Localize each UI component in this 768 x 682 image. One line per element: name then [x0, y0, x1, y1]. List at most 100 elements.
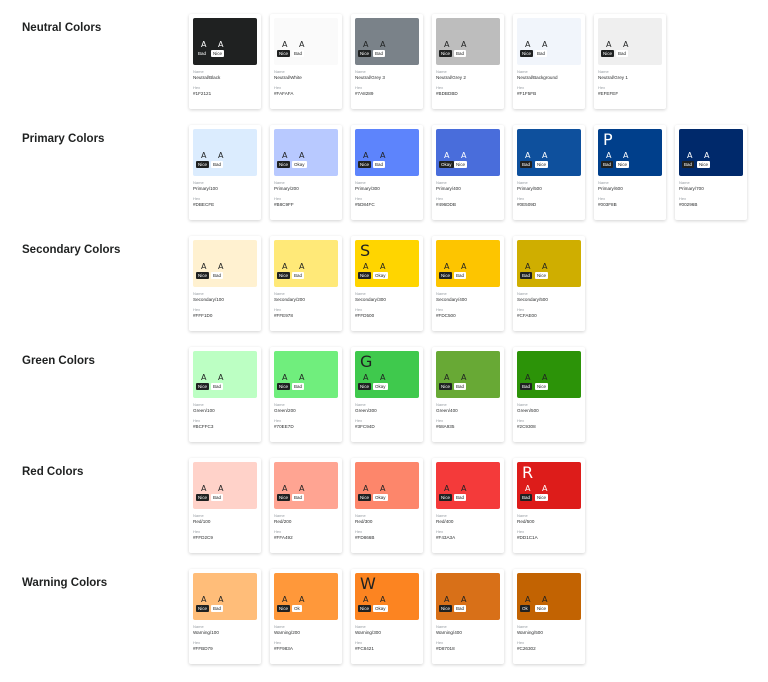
- sample-letter: A: [218, 373, 224, 382]
- sample-letter: A: [380, 484, 386, 493]
- hex-label: Hex: [436, 307, 444, 312]
- color-card-primary-300[interactable]: A A Nice Bad Name Primary/300 Hex #5D84FC: [351, 125, 423, 220]
- sample-letter: A: [525, 262, 531, 271]
- color-card-secondary-500[interactable]: A A Bad Nice Name Secondary/500 Hex #CFAE00: [513, 236, 585, 331]
- color-card-red-300[interactable]: A A Nice Okay Name Red/300 Hex #FD866B: [351, 458, 423, 553]
- color-card-neutral-grey-3[interactable]: A A Nice Bad Name Neutral/Grey 3 Hex #7A8289: [351, 14, 423, 109]
- hex-value: #1F2121: [193, 91, 212, 96]
- name-label: Name: [355, 69, 366, 74]
- contrast-rating-on-dark: Nice: [358, 272, 372, 279]
- color-card-secondary-100[interactable]: A A Nice Bad Name Secondary/100 Hex #FFF1D0: [189, 236, 261, 331]
- color-card-red-400[interactable]: A A Nice Bad Name Red/400 Hex #F43A3A: [432, 458, 504, 553]
- sample-letter: A: [444, 373, 450, 382]
- color-name: Secondary/500: [517, 297, 548, 302]
- color-card-green-200[interactable]: A A Nice Bad Name Green/200 Hex #70EE7D: [270, 347, 342, 442]
- sample-letter: A: [363, 373, 369, 382]
- color-card-primary-700[interactable]: A A Bad Nice Name Primary/700 Hex #00296B: [675, 125, 747, 220]
- name-label: Name: [274, 624, 285, 629]
- color-name: Neutral/White: [274, 75, 302, 80]
- contrast-rating-on-light: Bad: [211, 383, 224, 390]
- hex-label: Hex: [517, 418, 525, 423]
- color-card-primary-400[interactable]: A A Okay Nice Name Primary/400 Hex #496DDB: [432, 125, 504, 220]
- name-label: Name: [517, 180, 528, 185]
- color-card-warning-300[interactable]: W A A Nice Okay Name Warning/300 Hex #FC8421: [351, 569, 423, 664]
- section-title: Warning Colors: [22, 577, 108, 589]
- color-name: Warning/200: [274, 630, 300, 635]
- contrast-rating-on-dark: Bad: [196, 50, 209, 57]
- color-card-green-500[interactable]: A A Bad Nice Name Green/500 Hex #2C9308: [513, 347, 585, 442]
- color-card-warning-200[interactable]: A A Nice Ok Name Warning/200 Hex #FF983A: [270, 569, 342, 664]
- name-label: Name: [517, 402, 528, 407]
- color-card-warning-400[interactable]: A A Nice Bad Name Warning/400 Hex #D87018: [432, 569, 504, 664]
- contrast-rating-on-dark: Nice: [196, 494, 210, 501]
- hex-label: Hex: [517, 529, 525, 534]
- hex-value: #0E509D: [517, 202, 537, 207]
- contrast-rating-on-light: Bad: [454, 383, 467, 390]
- color-swatch: A A Nice Bad: [193, 462, 257, 509]
- color-card-neutral-grey-1[interactable]: A A Nice Bad Name Neutral/Grey 1 Hex #EFEFEF: [594, 14, 666, 109]
- large-sample-letter: P: [603, 130, 613, 149]
- contrast-rating-on-light: Okay: [292, 161, 307, 168]
- sample-letter: A: [363, 262, 369, 271]
- color-swatch: R A A Bad Nice: [517, 462, 581, 509]
- contrast-rating-on-dark: Bad: [520, 494, 533, 501]
- color-card-warning-500[interactable]: A A Ok Nice Name Warning/500 Hex #C26302: [513, 569, 585, 664]
- color-card-primary-600[interactable]: P A A Bad Nice Name Primary/600 Hex #003F8B: [594, 125, 666, 220]
- hex-value: #FAFAFA: [274, 91, 294, 96]
- contrast-rating-on-light: Bad: [211, 272, 224, 279]
- color-card-green-100[interactable]: A A Nice Bad Name Green/100 Hex #BCFFC3: [189, 347, 261, 442]
- sample-letter: A: [299, 262, 305, 271]
- color-card-secondary-300[interactable]: S A A Nice Okay Name Secondary/300 Hex #FFD500: [351, 236, 423, 331]
- name-label: Name: [436, 180, 447, 185]
- sample-letter: A: [525, 595, 531, 604]
- color-card-red-100[interactable]: A A Nice Bad Name Red/100 Hex #FFD2C9: [189, 458, 261, 553]
- contrast-rating-on-dark: Nice: [358, 50, 372, 57]
- contrast-rating-on-dark: Nice: [196, 272, 210, 279]
- hex-value: #FD866B: [355, 535, 375, 540]
- section-title: Neutral Colors: [22, 22, 102, 34]
- color-card-primary-100[interactable]: A A Nice Bad Name Primary/100 Hex #DBECFE: [189, 125, 261, 220]
- color-card-secondary-200[interactable]: A A Nice Bad Name Secondary/200 Hex #FFE978: [270, 236, 342, 331]
- color-card-warning-100[interactable]: A A Nice Bad Name Warning/100 Hex #FFBD79: [189, 569, 261, 664]
- color-card-primary-500[interactable]: A A Bad Nice Name Primary/500 Hex #0E509D: [513, 125, 585, 220]
- contrast-rating-on-dark: Bad: [601, 161, 614, 168]
- hex-label: Hex: [517, 307, 525, 312]
- contrast-rating-on-dark: Bad: [520, 272, 533, 279]
- color-swatch: A A Nice Bad: [274, 351, 338, 398]
- contrast-rating-on-light: Nice: [535, 605, 549, 612]
- color-card-neutral-grey-2[interactable]: A A Nice Bad Name Neutral/Grey 2 Hex #BDBDBD: [432, 14, 504, 109]
- color-card-neutral-black[interactable]: A A Bad Nice Name Neutral/Black Hex #1F2121: [189, 14, 261, 109]
- color-swatch: A A Nice Bad: [274, 18, 338, 65]
- color-swatch: A A Nice Bad: [274, 462, 338, 509]
- sample-letter: A: [218, 262, 224, 271]
- hex-label: Hex: [598, 196, 606, 201]
- color-swatch: A A Nice Bad: [436, 240, 500, 287]
- contrast-rating-on-dark: Nice: [277, 272, 291, 279]
- name-label: Name: [598, 69, 609, 74]
- contrast-rating-on-light: Okay: [373, 494, 388, 501]
- color-card-secondary-400[interactable]: A A Nice Bad Name Secondary/400 Hex #FDC500: [432, 236, 504, 331]
- color-card-green-300[interactable]: G A A Nice Okay Name Green/300 Hex #3FC94D: [351, 347, 423, 442]
- color-card-green-400[interactable]: A A Nice Bad Name Green/400 Hex #68A935: [432, 347, 504, 442]
- contrast-rating-on-dark: Nice: [439, 50, 453, 57]
- contrast-rating-on-dark: Nice: [277, 605, 291, 612]
- sample-letter: A: [444, 484, 450, 493]
- color-card-red-200[interactable]: A A Nice Bad Name Red/200 Hex #FFA492: [270, 458, 342, 553]
- color-card-red-500[interactable]: R A A Bad Nice Name Red/500 Hex #DD1C1A: [513, 458, 585, 553]
- color-name: Secondary/400: [436, 297, 467, 302]
- color-card-primary-200[interactable]: A A Nice Okay Name Primary/200 Hex #B8C9FF: [270, 125, 342, 220]
- color-name: Primary/200: [274, 186, 299, 191]
- sample-letter: A: [201, 595, 207, 604]
- color-card-neutral-background[interactable]: A A Nice Bad Name Neutral/Background Hex #F1F5F…: [513, 14, 585, 109]
- contrast-rating-on-dark: Nice: [277, 494, 291, 501]
- contrast-rating-on-dark: Nice: [439, 383, 453, 390]
- hex-value: #7A8289: [355, 91, 374, 96]
- contrast-rating-on-light: Nice: [535, 494, 549, 501]
- hex-label: Hex: [517, 85, 525, 90]
- color-swatch: A A Bad Nice: [679, 129, 743, 176]
- sample-letter: A: [525, 373, 531, 382]
- contrast-rating-on-dark: Nice: [358, 161, 372, 168]
- sample-letter: A: [299, 40, 305, 49]
- color-card-neutral-white[interactable]: A A Nice Bad Name Neutral/White Hex #FAFAFA: [270, 14, 342, 109]
- color-swatch: A A Nice Bad: [436, 462, 500, 509]
